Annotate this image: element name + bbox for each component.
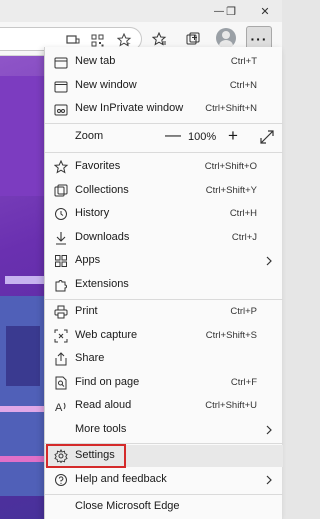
find-on-page-icon — [53, 375, 69, 391]
zoom-out-button[interactable]: — — [165, 128, 181, 145]
shortcut-text: Ctrl+Shift+Y — [205, 185, 257, 196]
menu-item-print[interactable]: Print Ctrl+P — [45, 301, 283, 323]
chevron-right-icon — [263, 472, 275, 488]
menu-item-zoom: Zoom — [45, 126, 283, 148]
restore-button[interactable]: ❐ — [222, 2, 240, 20]
extensions-icon — [53, 277, 69, 293]
decorative-shape — [0, 406, 44, 412]
new-tab-icon — [53, 54, 69, 70]
shortcut-text: Ctrl+H — [229, 208, 257, 219]
history-icon — [53, 206, 69, 222]
shortcut-text: Ctrl+Shift+N — [205, 103, 257, 114]
shortcut-text: Ctrl+Shift+S — [205, 330, 257, 341]
menu-item-more-tools[interactable]: More tools — [45, 419, 283, 441]
more-icon: ··· — [250, 31, 268, 47]
collections-icon — [53, 183, 69, 199]
restore-icon: ❐ — [226, 5, 236, 18]
decorative-shape — [6, 326, 40, 386]
menu-item-label: New InPrivate window — [75, 102, 184, 114]
decorative-shape — [5, 276, 45, 284]
menu-item-label: Find on page — [75, 376, 140, 388]
menu-item-favorites[interactable]: Favorites Ctrl+Shift+O — [45, 156, 283, 178]
menu-item-label: Zoom — [75, 130, 104, 142]
menu-item-label: Read aloud — [75, 399, 132, 411]
menu-divider — [45, 299, 283, 300]
title-bar: — ❐ ✕ — [0, 0, 282, 22]
menu-item-label: Downloads — [75, 231, 130, 243]
menu-item-new-window[interactable]: New window Ctrl+N — [45, 75, 283, 97]
zoom-in-button[interactable]: + — [225, 127, 241, 144]
shortcut-text: Ctrl+N — [229, 80, 257, 91]
menu-divider — [45, 123, 283, 124]
menu-item-apps[interactable]: Apps — [45, 250, 283, 272]
apps-icon — [53, 253, 69, 269]
shortcut-text: Ctrl+Shift+U — [205, 400, 257, 411]
menu-item-help-and-feedback[interactable]: Help and feedback — [45, 469, 283, 491]
menu-divider — [45, 152, 283, 153]
zoom-level: 100% — [188, 131, 217, 143]
decorative-shape — [0, 456, 44, 462]
fullscreen-icon — [260, 130, 274, 144]
decorative-shape — [0, 76, 50, 196]
menu-item-label: History — [75, 207, 110, 219]
close-window-button[interactable]: ✕ — [256, 2, 274, 20]
collections-icon[interactable] — [184, 30, 202, 48]
menu-item-share[interactable]: Share — [45, 348, 283, 370]
menu-item-label: Extensions — [75, 278, 129, 290]
chevron-right-icon — [263, 253, 275, 269]
svg-text:A: A — [55, 402, 63, 413]
menu-divider — [45, 494, 283, 495]
menu-item-label: Collections — [75, 184, 129, 196]
inprivate-icon — [53, 101, 69, 117]
menu-item-new-inprivate-window[interactable]: New InPrivate window Ctrl+Shift+N — [45, 98, 283, 120]
shortcut-text: Ctrl+Shift+O — [204, 161, 257, 172]
menu-item-read-aloud[interactable]: A Read aloud Ctrl+Shift+U — [45, 395, 283, 417]
favorites-icon[interactable] — [150, 30, 168, 48]
shortcut-text: Ctrl+F — [230, 377, 257, 388]
read-aloud-icon: A — [53, 398, 69, 414]
share-icon — [53, 351, 69, 367]
menu-item-web-capture[interactable]: Web capture Ctrl+Shift+S — [45, 325, 283, 347]
chevron-right-icon — [263, 422, 275, 438]
menu-item-label: Close Microsoft Edge — [75, 500, 180, 512]
menu-item-find-on-page[interactable]: Find on page Ctrl+F — [45, 372, 283, 394]
menu-item-label: New tab — [75, 55, 116, 67]
settings-menu: New tab Ctrl+T New window Ctrl+N New InP… — [44, 47, 283, 519]
printer-icon — [53, 304, 69, 320]
download-icon — [53, 230, 69, 246]
new-window-icon — [53, 78, 69, 94]
menu-item-downloads[interactable]: Downloads Ctrl+J — [45, 227, 283, 249]
settings-highlight-box — [46, 444, 126, 468]
menu-item-label: Help and feedback — [75, 473, 167, 485]
menu-item-new-tab[interactable]: New tab Ctrl+T — [45, 51, 283, 73]
menu-item-label: Share — [75, 352, 105, 364]
menu-item-label: Favorites — [75, 160, 121, 172]
menu-item-label: Print — [75, 305, 98, 317]
fullscreen-button[interactable] — [259, 129, 275, 145]
close-icon: ✕ — [260, 5, 270, 18]
menu-item-history[interactable]: History Ctrl+H — [45, 203, 283, 225]
menu-item-close-microsoft-edge[interactable]: Close Microsoft Edge — [45, 496, 283, 518]
profile-avatar[interactable] — [216, 28, 236, 48]
shortcut-text: Ctrl+P — [230, 306, 257, 317]
menu-item-label: More tools — [75, 423, 127, 435]
web-capture-icon — [53, 328, 69, 344]
shortcut-text: Ctrl+T — [230, 56, 257, 67]
menu-item-label: Web capture — [75, 329, 138, 341]
menu-item-extensions[interactable]: Extensions — [45, 274, 283, 296]
favorites-icon — [53, 159, 69, 175]
menu-item-label: Apps — [75, 254, 101, 266]
help-icon — [53, 472, 69, 488]
shortcut-text: Ctrl+J — [231, 232, 257, 243]
menu-item-collections[interactable]: Collections Ctrl+Shift+Y — [45, 180, 283, 202]
menu-item-label: New window — [75, 79, 137, 91]
